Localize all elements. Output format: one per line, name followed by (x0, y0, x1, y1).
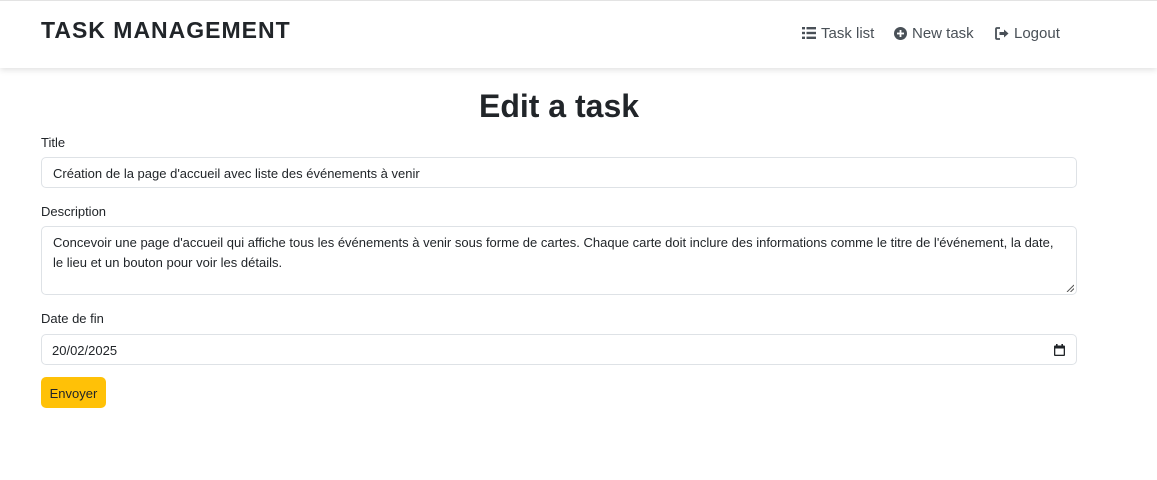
title-input[interactable]: Création de la page d'accueil avec liste… (41, 157, 1077, 188)
nav-task-list[interactable]: Task list (802, 23, 874, 43)
description-label: Description (41, 204, 107, 219)
nav-logout[interactable]: Logout (995, 23, 1060, 43)
list-icon (802, 27, 816, 39)
description-text: Concevoir une page d'accueil qui affiche… (53, 235, 1054, 270)
brand-title[interactable]: TASK MANAGEMENT (41, 17, 291, 44)
end-date-value: 20/02/2025 (52, 343, 118, 358)
plus-circle-icon (894, 26, 907, 40)
date-label: Date de fin (41, 311, 104, 326)
nav-task-list-label: Task list (821, 24, 875, 42)
submit-button[interactable]: Envoyer (41, 377, 106, 408)
logout-icon (995, 26, 1009, 40)
end-date-input[interactable]: 20/02/2025 (41, 334, 1077, 365)
title-label: Title (41, 135, 66, 150)
calendar-icon[interactable] (1054, 344, 1065, 356)
nav-new-task[interactable]: New task (894, 23, 974, 43)
navbar: TASK MANAGEMENT Task list New task Logou… (0, 0, 1157, 68)
nav-logout-label: Logout (1014, 24, 1060, 42)
page-title: Edit a task (478, 88, 640, 124)
resize-handle-icon[interactable] (1066, 284, 1074, 292)
description-textarea[interactable]: Concevoir une page d'accueil qui affiche… (41, 226, 1077, 295)
nav-new-task-label: New task (912, 24, 974, 42)
